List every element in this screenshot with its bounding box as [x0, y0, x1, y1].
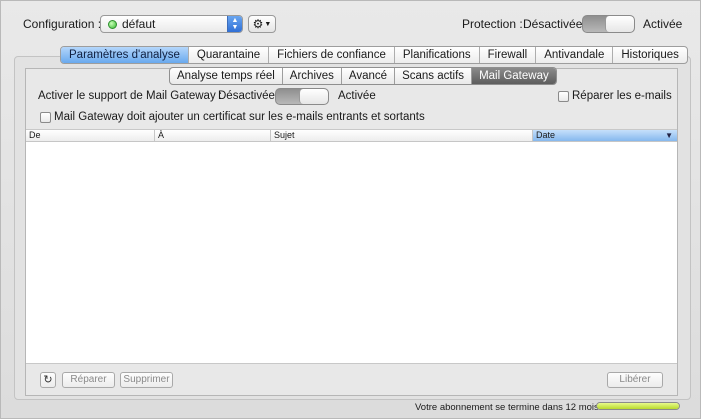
- subscription-progress-fill: [597, 403, 679, 409]
- subtab-active-scans[interactable]: Scans actifs: [395, 68, 473, 84]
- select-stepper-icon: ▲ ▼: [227, 16, 242, 32]
- config-label: Configuration :: [23, 17, 102, 31]
- protection-label: Protection :: [462, 17, 523, 31]
- mail-gateway-on-label: Activée: [338, 90, 376, 102]
- config-value: défaut: [122, 17, 156, 31]
- column-header-from[interactable]: De: [26, 130, 155, 141]
- tab-trusted-files[interactable]: Fichiers de confiance: [269, 47, 395, 63]
- tab-schedules[interactable]: Planifications: [395, 47, 480, 63]
- subscription-status-text: Votre abonnement se termine dans 12 mois: [415, 402, 599, 413]
- delete-button[interactable]: Supprimer: [120, 372, 173, 388]
- subscription-progress-bar: [596, 402, 680, 410]
- subtab-archives[interactable]: Archives: [283, 68, 342, 84]
- mail-table: De À Sujet Date ▼: [26, 129, 677, 364]
- repair-emails-label: Réparer les e-mails: [572, 90, 672, 102]
- column-header-to[interactable]: À: [155, 130, 271, 141]
- main-window: Configuration : défaut ▲ ▼ ⚙ ▼ Protection…: [0, 0, 701, 419]
- tab-logs[interactable]: Historiques: [613, 47, 687, 63]
- gear-icon: ⚙: [252, 17, 264, 31]
- table-header: De À Sujet Date ▼: [26, 130, 677, 142]
- column-header-subject[interactable]: Sujet: [271, 130, 533, 141]
- free-button[interactable]: Libérer: [607, 372, 663, 388]
- gear-menu-button[interactable]: ⚙ ▼: [248, 15, 276, 33]
- subtab-advanced[interactable]: Avancé: [342, 68, 396, 84]
- sub-tabs: Analyse temps réel Archives Avancé Scans…: [169, 67, 557, 85]
- subtab-mail-gateway[interactable]: Mail Gateway: [472, 68, 556, 84]
- protection-toggle[interactable]: [582, 15, 635, 33]
- refresh-button[interactable]: ↻: [40, 372, 56, 388]
- tab-scan-settings[interactable]: Paramètres d'analyse: [61, 47, 189, 63]
- chevron-down-icon: ▼: [264, 20, 272, 28]
- add-certificate-checkbox[interactable]: [40, 112, 51, 123]
- mail-gateway-off-label: Désactivée: [218, 90, 275, 102]
- repair-emails-checkbox[interactable]: [558, 91, 569, 102]
- toggle-knob: [299, 89, 328, 104]
- main-tabs: Paramètres d'analyse Quarantaine Fichier…: [60, 46, 688, 64]
- repair-button[interactable]: Réparer: [62, 372, 115, 388]
- sort-descending-icon: ▼: [665, 131, 673, 140]
- config-select[interactable]: défaut ▲ ▼: [100, 15, 243, 33]
- toggle-knob: [605, 16, 634, 32]
- column-header-date[interactable]: Date ▼: [533, 130, 677, 141]
- tab-quarantine[interactable]: Quarantaine: [189, 47, 270, 63]
- subtab-realtime-scan[interactable]: Analyse temps réel: [170, 68, 283, 84]
- protection-off-label: Désactivée: [523, 17, 583, 31]
- column-header-date-label: Date: [536, 130, 556, 140]
- tab-antivandal[interactable]: Antivandale: [536, 47, 614, 63]
- add-certificate-label: Mail Gateway doit ajouter un certificat …: [54, 111, 425, 123]
- status-dot-icon: [108, 19, 117, 29]
- mail-gateway-support-label: Activer le support de Mail Gateway :: [38, 90, 223, 102]
- protection-on-label: Activée: [643, 17, 683, 31]
- mail-gateway-toggle[interactable]: [275, 88, 329, 105]
- tab-firewall[interactable]: Firewall: [480, 47, 537, 63]
- refresh-icon: ↻: [43, 374, 53, 386]
